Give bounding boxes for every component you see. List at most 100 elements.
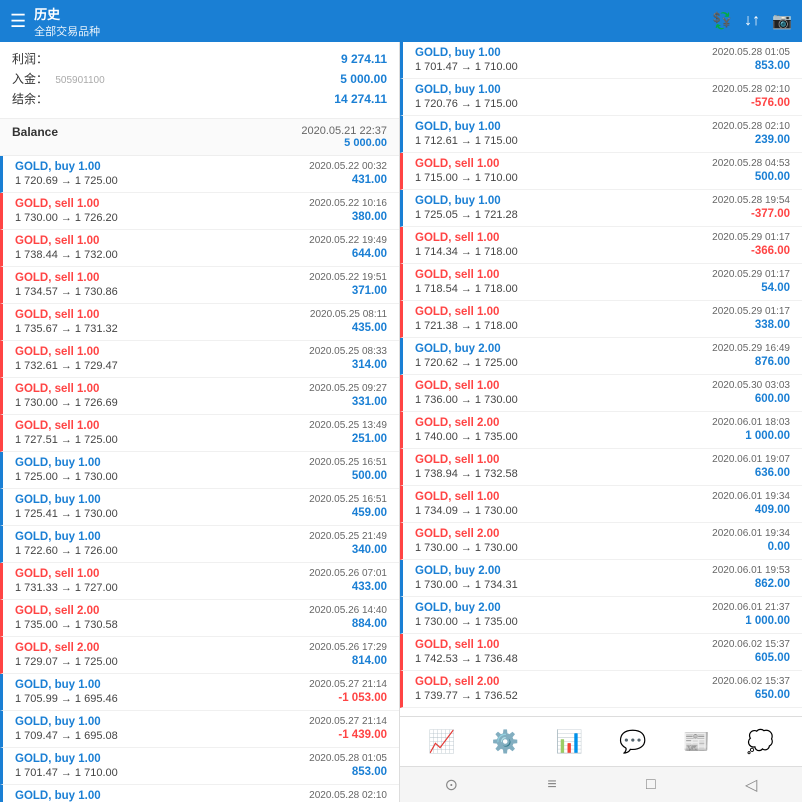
trade-profit: -576.00 (712, 97, 790, 109)
menu-button[interactable]: ◁ (745, 775, 757, 795)
trade-right: 2020.05.29 01:17 54.00 (712, 269, 790, 294)
table-row[interactable]: GOLD, sell 1.00 1 732.61 → 1 729.47 2020… (0, 341, 399, 378)
trade-date: 2020.06.02 15:37 (712, 639, 790, 650)
table-row[interactable]: GOLD, sell 1.00 1 738.44 → 1 732.00 2020… (0, 230, 399, 267)
table-row[interactable]: GOLD, sell 1.00 1 730.00 → 1 726.69 2020… (0, 378, 399, 415)
table-row[interactable]: GOLD, buy 1.00 1 705.99 → 1 695.46 2020.… (0, 674, 399, 711)
table-row[interactable]: GOLD, sell 1.00 1 730.00 → 1 726.20 2020… (0, 193, 399, 230)
trade-type: GOLD, sell 1.00 (15, 235, 309, 247)
table-row[interactable]: GOLD, sell 2.00 1 729.07 → 1 725.00 2020… (0, 637, 399, 674)
table-row[interactable]: GOLD, sell 1.00 1 727.51 → 1 725.00 2020… (0, 415, 399, 452)
nav-analytics[interactable]: 📊 (537, 729, 601, 755)
nav-chat[interactable]: 💭 (728, 729, 792, 755)
trade-profit: 644.00 (309, 248, 387, 260)
trade-date: 2020.06.01 19:34 (712, 491, 790, 502)
trade-left: GOLD, buy 2.00 1 730.00 → 1 734.31 (415, 565, 712, 591)
trade-right: 2020.05.29 01:17 338.00 (712, 306, 790, 331)
nav-news[interactable]: 📰 (665, 729, 729, 755)
left-trade-list[interactable]: GOLD, buy 1.00 1 720.69 → 1 725.00 2020.… (0, 156, 399, 802)
table-row[interactable]: GOLD, buy 1.00 1 725.41 → 1 730.00 2020.… (0, 489, 399, 526)
menu-icon[interactable]: ☰ (10, 11, 26, 32)
back-button[interactable]: ⊙ (445, 775, 458, 795)
table-row[interactable]: GOLD, sell 1.00 1 734.57 → 1 730.86 2020… (0, 267, 399, 304)
camera-icon[interactable]: 📷 (772, 11, 792, 31)
table-row[interactable]: GOLD, buy 1.00 1 720.76 → 1 715.00 2020.… (0, 785, 399, 802)
trade-left: GOLD, sell 1.00 1 718.54 → 1 718.00 (415, 269, 712, 295)
table-row[interactable]: GOLD, sell 1.00 1 714.34 → 1 718.00 2020… (400, 227, 802, 264)
trade-date: 2020.05.27 21:14 (309, 679, 387, 690)
table-row[interactable]: GOLD, sell 1.00 1 742.53 → 1 736.48 2020… (400, 634, 802, 671)
trade-left: GOLD, sell 1.00 1 721.38 → 1 718.00 (415, 306, 712, 332)
trade-left: GOLD, sell 1.00 1 734.09 → 1 730.00 (415, 491, 712, 517)
recent-button[interactable]: □ (646, 776, 656, 794)
nav-messages[interactable]: 💬 (601, 729, 665, 755)
table-row[interactable]: GOLD, buy 1.00 1 712.61 → 1 715.00 2020.… (400, 116, 802, 153)
table-row[interactable]: GOLD, sell 1.00 1 715.00 → 1 710.00 2020… (400, 153, 802, 190)
table-row[interactable]: GOLD, sell 1.00 1 718.54 → 1 718.00 2020… (400, 264, 802, 301)
trade-prices: 1 738.94 → 1 732.58 (415, 468, 712, 480)
trade-type: GOLD, sell 1.00 (15, 198, 309, 210)
trade-profit: -1 053.00 (309, 692, 387, 704)
trade-date: 2020.05.22 19:51 (309, 272, 387, 283)
table-row[interactable]: GOLD, buy 1.00 1 722.60 → 1 726.00 2020.… (0, 526, 399, 563)
trade-type: GOLD, buy 1.00 (415, 195, 712, 207)
table-row[interactable]: GOLD, sell 1.00 1 738.94 → 1 732.58 2020… (400, 449, 802, 486)
table-row[interactable]: GOLD, sell 1.00 1 734.09 → 1 730.00 2020… (400, 486, 802, 523)
table-row[interactable]: GOLD, buy 2.00 1 730.00 → 1 734.31 2020.… (400, 560, 802, 597)
table-row[interactable]: GOLD, sell 1.00 1 735.67 → 1 731.32 2020… (0, 304, 399, 341)
right-panel: GOLD, buy 1.00 1 701.47 → 1 710.00 2020.… (400, 42, 802, 802)
table-row[interactable]: GOLD, buy 1.00 1 701.47 → 1 710.00 2020.… (400, 42, 802, 79)
nav-chart[interactable]: 📈 (410, 729, 474, 755)
trade-right: 2020.05.30 03:03 600.00 (712, 380, 790, 405)
home-button[interactable]: ≡ (547, 776, 556, 794)
balance-value: 14 274.11 (334, 92, 387, 106)
table-row[interactable]: GOLD, buy 1.00 1 709.47 → 1 695.08 2020.… (0, 711, 399, 748)
trade-prices: 1 730.00 → 1 726.69 (15, 397, 309, 409)
table-row[interactable]: GOLD, sell 1.00 1 731.33 → 1 727.00 2020… (0, 563, 399, 600)
trade-right: 2020.05.28 04:53 500.00 (712, 158, 790, 183)
trade-type: GOLD, sell 1.00 (15, 568, 309, 580)
trade-profit: 1 000.00 (712, 430, 790, 442)
trade-prices: 1 701.47 → 1 710.00 (15, 767, 309, 779)
table-row[interactable]: GOLD, sell 2.00 1 739.77 → 1 736.52 2020… (400, 671, 802, 708)
deposit-value: 5 000.00 (340, 72, 387, 86)
trade-profit: 409.00 (712, 504, 790, 516)
table-row[interactable]: GOLD, sell 2.00 1 740.00 → 1 735.00 2020… (400, 412, 802, 449)
table-row[interactable]: GOLD, buy 1.00 1 725.00 → 1 730.00 2020.… (0, 452, 399, 489)
table-row[interactable]: GOLD, buy 1.00 1 720.76 → 1 715.00 2020.… (400, 79, 802, 116)
trade-profit: -377.00 (712, 208, 790, 220)
trade-profit: 371.00 (309, 285, 387, 297)
trade-left: GOLD, buy 1.00 1 725.05 → 1 721.28 (415, 195, 712, 221)
trade-date: 2020.05.29 16:49 (712, 343, 790, 354)
trade-left: GOLD, buy 1.00 1 720.69 → 1 725.00 (15, 161, 309, 187)
table-row[interactable]: GOLD, buy 2.00 1 730.00 → 1 735.00 2020.… (400, 597, 802, 634)
table-row[interactable]: GOLD, sell 2.00 1 730.00 → 1 730.00 2020… (400, 523, 802, 560)
exchange-icon[interactable]: 💱 (712, 11, 732, 31)
trade-profit: 459.00 (309, 507, 387, 519)
table-row[interactable]: GOLD, buy 1.00 1 720.69 → 1 725.00 2020.… (0, 156, 399, 193)
balance-entry-label: Balance (12, 125, 58, 149)
trade-profit: -1 439.00 (309, 729, 387, 741)
trade-prices: 1 714.34 → 1 718.00 (415, 246, 712, 258)
trade-date: 2020.06.01 18:03 (712, 417, 790, 428)
trade-profit: 431.00 (309, 174, 387, 186)
sort-icon[interactable]: ↓↑ (744, 12, 760, 30)
right-trade-list[interactable]: GOLD, buy 1.00 1 701.47 → 1 710.00 2020.… (400, 42, 802, 716)
left-panel: 利润： 9 274.11 入金： 505901100 5 000.00 结余： … (0, 42, 400, 802)
deposit-label: 入金： 505901100 (12, 70, 105, 87)
profit-value: 9 274.11 (341, 52, 387, 66)
trade-prices: 1 730.00 → 1 734.31 (415, 579, 712, 591)
table-row[interactable]: GOLD, sell 1.00 1 736.00 → 1 730.00 2020… (400, 375, 802, 412)
table-row[interactable]: GOLD, sell 2.00 1 735.00 → 1 730.58 2020… (0, 600, 399, 637)
table-row[interactable]: GOLD, buy 1.00 1 725.05 → 1 721.28 2020.… (400, 190, 802, 227)
trade-type: GOLD, sell 1.00 (415, 454, 712, 466)
trade-left: GOLD, buy 1.00 1 720.76 → 1 715.00 (415, 84, 712, 110)
trade-date: 2020.05.28 02:10 (712, 84, 790, 95)
trade-left: GOLD, buy 1.00 1 712.61 → 1 715.00 (415, 121, 712, 147)
table-row[interactable]: GOLD, sell 1.00 1 721.38 → 1 718.00 2020… (400, 301, 802, 338)
trade-type: GOLD, buy 1.00 (415, 121, 712, 133)
trade-profit: 54.00 (712, 282, 790, 294)
table-row[interactable]: GOLD, buy 2.00 1 720.62 → 1 725.00 2020.… (400, 338, 802, 375)
table-row[interactable]: GOLD, buy 1.00 1 701.47 → 1 710.00 2020.… (0, 748, 399, 785)
nav-settings[interactable]: ⚙️ (474, 729, 538, 755)
